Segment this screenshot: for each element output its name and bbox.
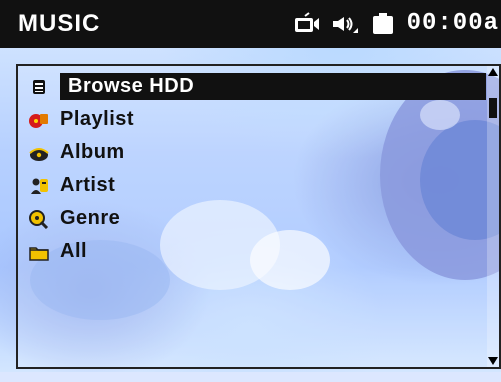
menu-item-label: Browse HDD	[60, 73, 486, 100]
music-menu: Browse HDD Playlist Album Artist Genre A…	[18, 70, 488, 268]
hard-drive-icon	[28, 76, 50, 98]
artist-icon	[28, 175, 50, 197]
menu-item-label: Playlist	[60, 108, 135, 130]
menu-item-album[interactable]: Album	[18, 136, 488, 169]
volume-icon	[332, 17, 358, 33]
album-icon	[28, 142, 50, 164]
menu-item-playlist[interactable]: Playlist	[18, 103, 488, 136]
bottom-edge	[0, 372, 501, 382]
scroll-down-arrow-icon[interactable]	[488, 357, 498, 365]
top-status-bar: MUSIC 00:00a	[0, 0, 501, 48]
menu-item-browse-hdd[interactable]: Browse HDD	[18, 70, 488, 103]
menu-item-label: Genre	[60, 207, 121, 229]
music-screen: MUSIC 00:00a Browse HDD Playlist Album A…	[0, 0, 501, 382]
menu-item-label: All	[60, 240, 88, 262]
menu-item-genre[interactable]: Genre	[18, 202, 488, 235]
menu-panel: Browse HDD Playlist Album Artist Genre A…	[16, 64, 501, 369]
scrollbar-thumb[interactable]	[489, 98, 497, 118]
status-area: 00:00a	[293, 8, 501, 40]
all-folder-icon	[28, 241, 50, 263]
genre-icon	[28, 208, 50, 230]
battery-icon	[372, 13, 393, 34]
scroll-up-arrow-icon[interactable]	[488, 68, 498, 76]
vertical-scrollbar[interactable]	[487, 66, 499, 367]
menu-item-label: Album	[60, 141, 125, 163]
screen-title: MUSIC	[18, 10, 101, 37]
menu-item-all[interactable]: All	[18, 235, 488, 268]
clock-time: 00:00a	[406, 10, 499, 37]
tv-output-icon	[294, 12, 319, 32]
menu-item-label: Artist	[60, 174, 116, 196]
playlist-icon	[28, 109, 50, 131]
menu-item-artist[interactable]: Artist	[18, 169, 488, 202]
